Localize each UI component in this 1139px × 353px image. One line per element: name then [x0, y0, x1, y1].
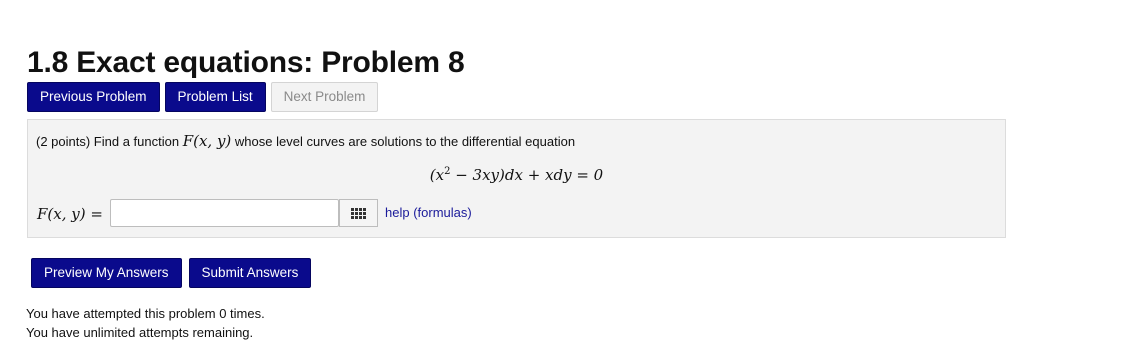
- function-expression: F(x, y): [182, 132, 232, 150]
- grid-icon: [351, 207, 366, 219]
- problem-list-button[interactable]: Problem List: [164, 82, 266, 112]
- next-problem-button: Next Problem: [270, 82, 379, 112]
- equation-editor-button[interactable]: [339, 199, 378, 227]
- previous-problem-button[interactable]: Previous Problem: [27, 82, 160, 112]
- problem-panel: (2 points) Find a function F(x, y) whose…: [27, 119, 1006, 238]
- prompt-text: whose level curves are solutions to the …: [234, 134, 576, 149]
- differential-equation: (x2 − 3xy)dx + xdy = 0: [28, 166, 1005, 184]
- page-title: 1.8 Exact equations: Problem 8: [27, 46, 465, 80]
- help-formulas-link[interactable]: help (formulas): [385, 205, 472, 220]
- points-text: (2 points) Find a function: [36, 134, 180, 149]
- attempts-text: You have attempted this problem 0 times.: [26, 306, 265, 321]
- attempt-status: You have attempted this problem 0 times.…: [26, 304, 265, 342]
- preview-answers-button[interactable]: Preview My Answers: [31, 258, 182, 288]
- submit-answers-button[interactable]: Submit Answers: [188, 258, 312, 288]
- equation-part1: (x: [429, 166, 445, 184]
- answer-actions: Preview My Answers Submit Answers: [31, 258, 312, 288]
- remaining-text: You have unlimited attempts remaining.: [26, 325, 254, 340]
- problem-prompt: (2 points) Find a function F(x, y) whose…: [36, 132, 575, 150]
- problem-nav: Previous Problem Problem List Next Probl…: [27, 82, 379, 112]
- equation-part2: − 3xy)dx + xdy = 0: [450, 166, 604, 184]
- answer-input[interactable]: [110, 199, 339, 227]
- answer-label: F(x, y) =: [37, 205, 103, 223]
